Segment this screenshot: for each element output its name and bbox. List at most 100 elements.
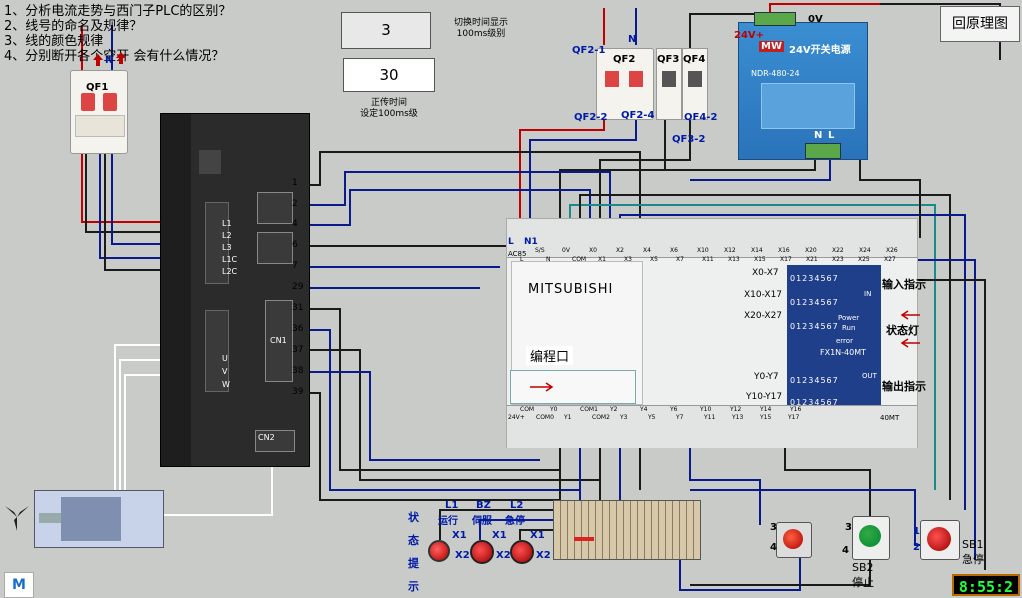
sb2-label: SB2 — [852, 561, 874, 574]
qf4-label: QF4 — [683, 54, 706, 65]
plc-terminal-x16: X16 — [778, 247, 790, 254]
qf2-n-label: N — [628, 34, 637, 45]
button-sb2-stop[interactable] — [852, 516, 890, 560]
question-3: 3、线的颜色规律 — [4, 34, 104, 49]
sb1-label: SB1 — [962, 538, 984, 551]
servo-cap-top — [199, 150, 221, 174]
arrow-left-icon-2 — [900, 338, 920, 348]
sb2-name: 停止 — [852, 576, 874, 589]
ps-0v-label: 0V — [808, 14, 823, 25]
l2-label: L2 — [510, 500, 524, 511]
power-supply: MW 24V开关电源 NDR-480-24 — [738, 22, 868, 160]
qf3-label: QF3 — [657, 54, 680, 65]
servo-v-label: V — [222, 367, 228, 376]
btn-sb1-t2: 2 — [913, 542, 920, 553]
servo-port-b — [257, 232, 293, 264]
arrow-left-icon — [900, 310, 920, 320]
bz-name: 伺服 — [472, 516, 492, 527]
qf4-2-label: QF4-2 — [684, 112, 718, 123]
rotate-time-input[interactable]: 30 — [343, 58, 435, 92]
plc-l-terminal: L — [508, 237, 514, 247]
plc-model: FX1N-40MT — [820, 348, 867, 357]
plc-terminal-y5: Y5 — [648, 414, 656, 421]
button-sb1-estop[interactable] — [920, 520, 960, 560]
servo-u-label: U — [222, 354, 228, 363]
arrow-right-icon — [530, 382, 554, 392]
breaker-qf4-handle — [688, 71, 702, 87]
switch-time-input[interactable]: 3 — [341, 12, 431, 49]
plc-terminal-com0: COM0 — [536, 414, 554, 421]
l2-name: 急停 — [505, 516, 525, 527]
qf-arrow-icon — [116, 52, 126, 64]
breaker-qf3-handle — [662, 71, 676, 87]
l1-x2: X2 — [455, 550, 470, 561]
lamp-l1-run — [428, 540, 450, 562]
plc-terminal-com: COM — [572, 256, 587, 263]
servo-cn1-label: CN1 — [270, 336, 287, 345]
plc-digits-x20: 01234567 — [790, 322, 839, 331]
plc-terminal-x17: X17 — [780, 256, 792, 263]
servo-motor — [34, 490, 164, 548]
plc-terminal-com1: COM1 — [580, 406, 598, 413]
servo-pin-1: 1 — [292, 178, 298, 188]
plc-terminal-x15: X15 — [754, 256, 766, 263]
app-logo: M — [4, 572, 34, 598]
plc-bottom-terminal-row: COM Y0 COM1 Y2 Y4 Y6 Y10 Y12 Y14 Y16 — [520, 406, 915, 413]
lamp-l2-estop — [510, 540, 534, 564]
servo-pin-38: 38 — [292, 366, 304, 376]
servo-drive — [160, 113, 310, 467]
servo-l1-label: L1 — [222, 219, 232, 228]
l2-x1: X1 — [530, 530, 545, 541]
breaker-qf1-handle-left — [81, 93, 95, 111]
plc-prog-port-slot[interactable] — [510, 370, 636, 404]
button-sb2-cap — [859, 525, 881, 547]
plc-power-label: Power — [838, 314, 860, 322]
status-light-label: 状态灯 — [886, 324, 919, 337]
plc-terminal-x21: X21 — [806, 256, 818, 263]
plc-top-terminal-row: S/S 0V X0 X2 X4 X6 X10 X12 X14 X16 X20 X… — [535, 247, 915, 254]
plc-error-label: error — [836, 337, 853, 345]
plc-terminal-x22: X22 — [832, 247, 844, 254]
servo-l2c-label: L2C — [222, 267, 238, 276]
plc-terminal-x10: X10 — [697, 247, 709, 254]
plc-terminal-y11: Y11 — [704, 414, 716, 421]
status-vertical-title: 状 态 提 示 — [408, 506, 422, 598]
bz-label: BZ — [476, 500, 491, 511]
plc-terminal-x20: X20 — [805, 247, 817, 254]
plc-terminal-n: N — [546, 256, 551, 263]
servo-pin-29: 29 — [292, 282, 304, 292]
qf3-2-label: QF3-2 — [672, 134, 706, 145]
wire-btn-2 — [690, 560, 871, 586]
button-start[interactable] — [776, 522, 812, 558]
l1-x1: X1 — [452, 530, 467, 541]
rotate-time-caption: 正传时间 设定100ms级 — [360, 98, 418, 119]
qf1-label: QF1 — [86, 82, 109, 93]
breaker-qf1-face — [75, 115, 125, 137]
plc-terminal-y13: Y13 — [732, 414, 744, 421]
plc-terminal-x11: X11 — [702, 256, 714, 263]
wire-plc-out-7 — [784, 445, 871, 520]
servo-pin-7: 7 — [292, 261, 298, 271]
plc-in-label: IN — [864, 290, 872, 298]
plc-bottom-terminal-row-2: 24V+ COM0 Y1 COM2 Y3 Y5 Y7 Y11 Y13 Y15 Y… — [508, 414, 908, 421]
servo-l1c-label: L1C — [222, 255, 238, 264]
plc-terminal-b-com: COM — [520, 406, 535, 413]
plc-n-terminal: N1 — [524, 237, 538, 247]
ps-top-terminal — [754, 12, 796, 26]
wire-ps-right-2 — [859, 40, 921, 238]
servo-motor-shaft — [39, 513, 61, 523]
plc-terminal-y14: Y14 — [760, 406, 772, 413]
plc-y10-y17: Y10-Y17 — [746, 392, 783, 402]
plc-terminal-s-s: S/S — [535, 247, 545, 254]
plc-terminal-y2: Y2 — [610, 406, 618, 413]
back-to-schematic-button[interactable]: 回原理图 — [940, 6, 1020, 42]
btn-sb2-t4: 4 — [842, 545, 849, 556]
plc-top-terminal-row-2: L N COM X1 X3 X5 X7 X11 X13 X15 X17 X21 … — [520, 256, 915, 263]
plc-x0-x7: X0-X7 — [752, 268, 779, 278]
servo-pin-36: 36 — [292, 324, 304, 334]
plc-terminal-y16: Y16 — [790, 406, 802, 413]
qf2-1-label: QF2-1 — [572, 45, 606, 56]
status-title-char-3: 提 — [408, 557, 419, 570]
l1-label: L1 — [445, 500, 459, 511]
plc-terminal-x0: X0 — [589, 247, 597, 254]
